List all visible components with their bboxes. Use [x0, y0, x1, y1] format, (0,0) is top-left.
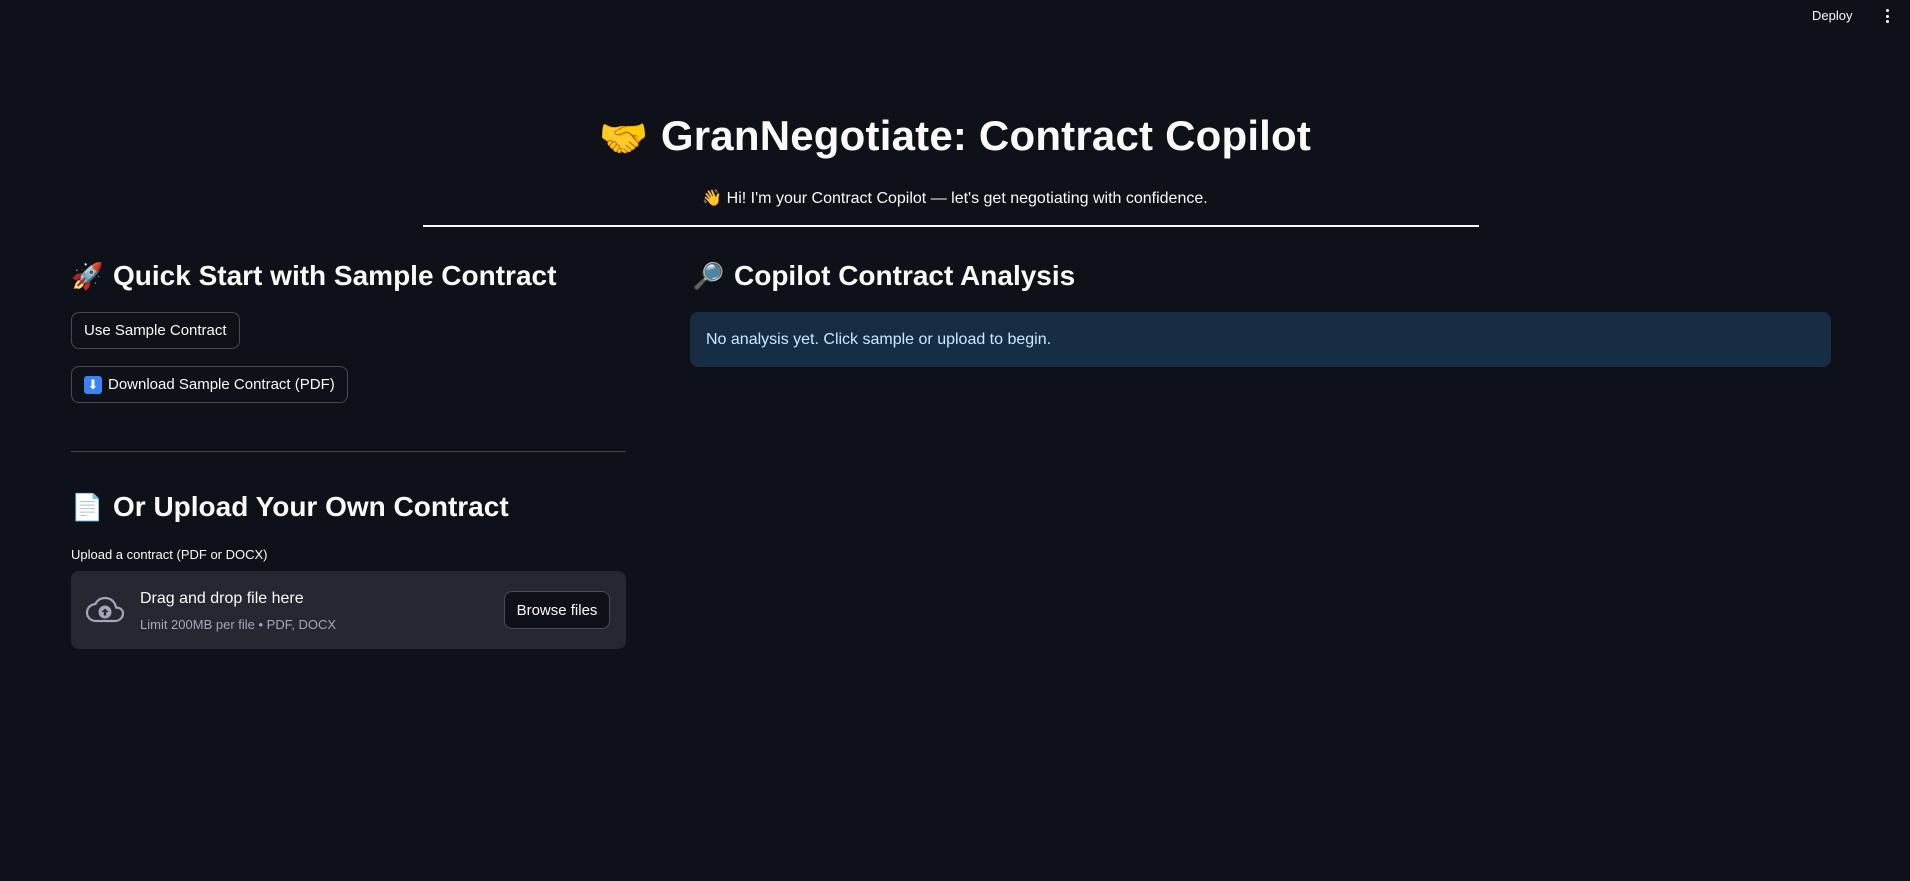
- rocket-icon: 🚀: [71, 260, 104, 291]
- title-divider: [423, 225, 1479, 227]
- file-dropzone[interactable]: Drag and drop file here Limit 200MB per …: [71, 571, 626, 649]
- dropzone-title: Drag and drop file here: [140, 590, 304, 607]
- upload-heading-text: Or Upload Your Own Contract: [113, 491, 509, 522]
- analysis-info-text: No analysis yet. Click sample or upload …: [706, 330, 1052, 348]
- document-icon: 📄: [71, 491, 104, 522]
- download-sample-contract-button[interactable]: ⬇ Download Sample Contract (PDF): [71, 366, 348, 403]
- top-toolbar: Deploy: [0, 0, 1910, 34]
- use-sample-contract-button[interactable]: Use Sample Contract: [71, 312, 240, 349]
- page-title: 🤝 GranNegotiate: Contract Copilot: [0, 112, 1910, 162]
- deploy-button[interactable]: Deploy: [1812, 8, 1852, 23]
- upload-heading: 📄 Or Upload Your Own Contract: [71, 491, 509, 523]
- magnifier-icon: 🔎: [692, 260, 725, 291]
- dropzone-limit-text: Limit 200MB per file • PDF, DOCX: [140, 617, 336, 632]
- page-title-text: GranNegotiate: Contract Copilot: [660, 112, 1312, 159]
- quick-start-heading-text: Quick Start with Sample Contract: [113, 260, 557, 291]
- page-subtitle: 👋 Hi! I'm your Contract Copilot — let's …: [702, 190, 1208, 207]
- analysis-heading-text: Copilot Contract Analysis: [734, 260, 1076, 291]
- kebab-menu-icon[interactable]: [1882, 7, 1892, 25]
- browse-files-button[interactable]: Browse files: [504, 591, 610, 629]
- quick-start-heading: 🚀 Quick Start with Sample Contract: [71, 260, 556, 292]
- use-sample-contract-label: Use Sample Contract: [84, 322, 227, 339]
- download-arrow-icon: ⬇: [84, 375, 102, 394]
- download-sample-contract-label: Download Sample Contract (PDF): [108, 376, 335, 393]
- cloud-upload-icon: [85, 596, 125, 623]
- file-uploader-label: Upload a contract (PDF or DOCX): [71, 547, 268, 562]
- handshake-icon: 🤝: [598, 117, 649, 161]
- section-divider: [71, 451, 626, 452]
- analysis-heading: 🔎 Copilot Contract Analysis: [692, 260, 1075, 292]
- analysis-info-alert: No analysis yet. Click sample or upload …: [690, 312, 1831, 367]
